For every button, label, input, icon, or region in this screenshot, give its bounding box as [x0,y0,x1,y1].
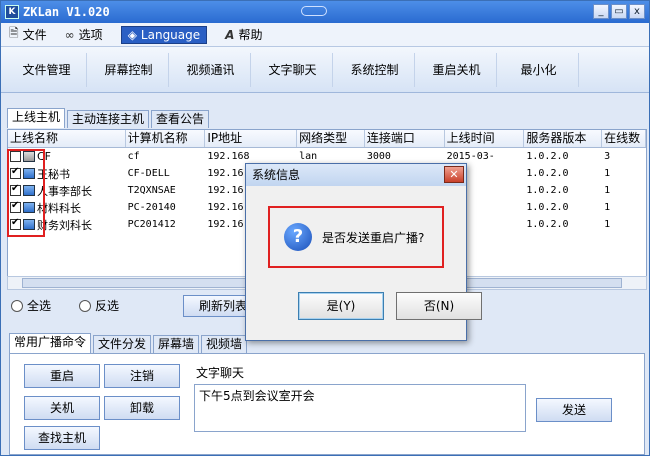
dialog-message: 是否发送重启广播? [322,230,425,245]
checkbox-highlight [7,149,45,237]
host-tabs: 上线主机 主动连接主机 查看公告 [7,108,211,128]
system-control-button[interactable]: 系统控制 [335,52,415,87]
file-icon: 🗎 [9,26,19,40]
row-online: 1 [604,185,611,196]
toolbar: 文件管理 屏幕控制 视频通讯 文字聊天 系统控制 重启关机 最小化 [1,47,649,93]
row-version: 1.0.2.0 [526,151,569,162]
language-icon: ◈ [127,27,137,42]
menu-bar: 🗎 文件 ∞ 选项 ◈ Language A 帮助 [1,23,649,47]
table-header: 上线名称 计算机名称 IP地址 网络类型 连接端口 上线时间 服务器版本 在线数 [8,130,646,148]
logoff-button[interactable]: 注销 [104,364,180,388]
col-ip[interactable]: IP地址 [205,130,298,147]
row-computer: PC-20140 [127,202,176,213]
col-version[interactable]: 服务器版本 [524,130,603,147]
shutdown-button[interactable]: 关机 [24,396,100,420]
dialog-title-bar[interactable]: 系统信息 ✕ [246,164,466,186]
confirm-dialog: 系统信息 ✕ ? 是否发送重启广播? 是(Y) 否(N) [245,163,482,341]
dialog-close-button[interactable]: ✕ [444,166,464,183]
col-name[interactable]: 上线名称 [8,130,126,147]
text-chat-label: 文字聊天 [196,366,245,380]
tab-announcements[interactable]: 查看公告 [151,110,210,128]
app-icon: K [5,5,19,19]
select-all-label: 全选 [27,299,52,313]
title-bar[interactable]: K ZKLan V1.020 _ ▭ x [1,1,649,23]
row-computer: cf [127,151,140,162]
tab-screen-wall[interactable]: 屏幕墙 [153,335,200,353]
help-icon: A [225,27,235,42]
glasses-icon: ∞ [64,27,75,42]
tab-broadcast-commands[interactable]: 常用广播命令 [9,333,92,353]
row-name: 人事李部长 [37,184,92,198]
screen-control-button[interactable]: 屏幕控制 [89,52,169,87]
invert-select-label: 反选 [95,299,120,313]
row-version: 1.0.2.0 [526,202,569,213]
invert-select-radio[interactable]: 反选 [79,297,119,314]
menu-language-label: Language [140,27,201,42]
row-online: 1 [604,202,611,213]
broadcast-panel: 重启 注销 关机 卸载 查找主机 文字聊天 下午5点到会议室开会 发送 [9,353,645,455]
menu-language[interactable]: ◈ Language [120,25,208,44]
dialog-message-area: ? 是否发送重启广播? [268,206,444,268]
tab-connect-hosts[interactable]: 主动连接主机 [67,110,150,128]
row-computer: T2QXNSAE [127,185,176,196]
col-computer[interactable]: 计算机名称 [126,130,206,147]
restart-shutdown-button[interactable]: 重启关机 [417,52,497,87]
chat-message-input[interactable]: 下午5点到会议室开会 [194,384,526,432]
menu-options-label: 选项 [78,28,103,42]
row-version: 1.0.2.0 [526,219,569,230]
menu-help-label: 帮助 [238,28,263,42]
row-computer: PC201412 [127,219,176,230]
tab-file-distribution[interactable]: 文件分发 [93,335,152,353]
minimize-app-button[interactable]: 最小化 [499,52,579,87]
title-handle [301,6,327,16]
minimize-button[interactable]: _ [593,4,609,19]
row-online: 3 [604,151,611,162]
row-version: 1.0.2.0 [526,185,569,196]
yes-button[interactable]: 是(Y) [298,292,384,320]
no-button[interactable]: 否(N) [396,292,482,320]
video-call-button[interactable]: 视频通讯 [171,52,251,87]
row-name: 财务刘科长 [37,218,92,232]
row-port: 3000 [366,151,391,162]
menu-file[interactable]: 🗎 文件 [9,24,47,45]
tab-video-wall[interactable]: 视频墙 [201,335,248,353]
row-net: lan [299,151,318,162]
restart-button[interactable]: 重启 [24,364,100,388]
file-manage-button[interactable]: 文件管理 [7,52,87,87]
select-all-radio[interactable]: 全选 [11,297,51,314]
send-button[interactable]: 发送 [536,398,612,422]
restore-button[interactable]: ▭ [611,4,627,19]
row-computer: CF-DELL [127,168,170,179]
window-title: ZKLan V1.020 [23,5,110,19]
row-online: 1 [604,219,611,230]
close-button[interactable]: x [629,4,645,19]
find-host-button[interactable]: 查找主机 [24,426,100,450]
col-time[interactable]: 上线时间 [445,130,525,147]
radio-circle [11,299,23,312]
col-online[interactable]: 在线数 [602,130,646,147]
row-online: 1 [604,168,611,179]
menu-file-label: 文件 [22,28,47,42]
menu-options[interactable]: ∞ 选项 [65,26,103,43]
row-time: 2015-03- [446,151,495,162]
window-controls: _ ▭ x [593,4,645,19]
radio-circle [79,299,92,312]
bottom-tabs: 常用广播命令 文件分发 屏幕墙 视频墙 [9,333,249,353]
dialog-title: 系统信息 [252,168,301,182]
uninstall-button[interactable]: 卸载 [104,396,180,420]
menu-help[interactable]: A 帮助 [225,26,262,43]
selection-radios: 全选 反选 [11,297,119,314]
row-ip: 192.168 [207,151,250,162]
tab-online-hosts[interactable]: 上线主机 [7,108,66,128]
row-version: 1.0.2.0 [526,168,569,179]
text-chat-button[interactable]: 文字聊天 [253,52,333,87]
col-network[interactable]: 网络类型 [297,130,365,147]
col-port[interactable]: 连接端口 [365,130,445,147]
question-icon: ? [284,223,312,251]
